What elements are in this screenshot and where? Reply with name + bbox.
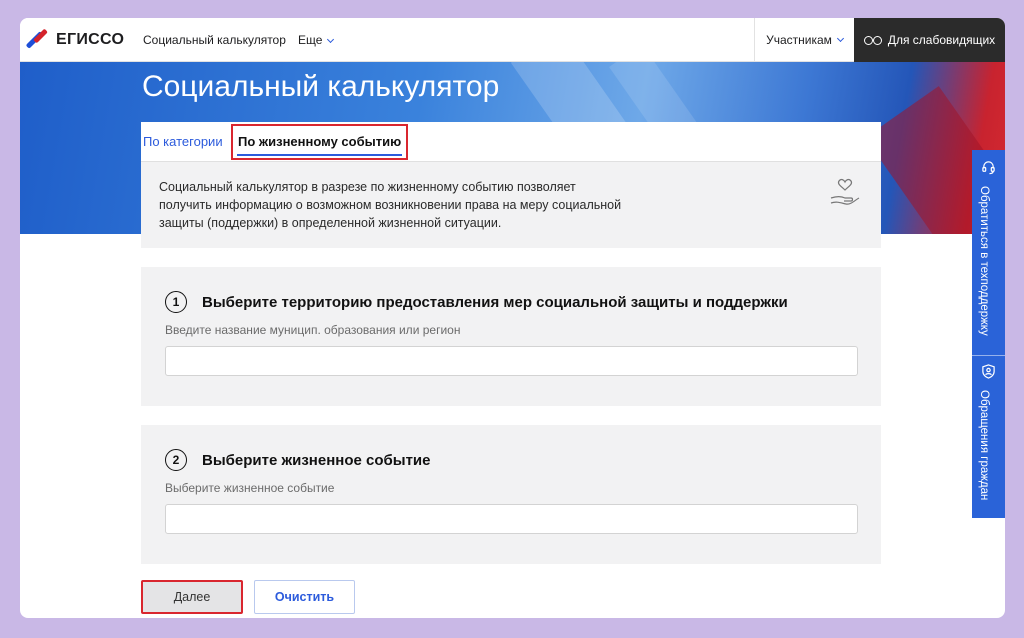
vision-impaired-label: Для слабовидящих: [887, 33, 996, 47]
participants-label: Участникам: [766, 33, 832, 47]
side-panel: Обратиться в техподдержку Обращения граж…: [972, 150, 1005, 518]
step-number: 1: [165, 291, 187, 313]
shield-person-icon: [982, 364, 995, 379]
intro-panel: Социальный калькулятор в разрезе по жизн…: [141, 162, 881, 248]
participants-menu[interactable]: Участникам: [754, 18, 854, 62]
tabs: По категории По жизненному событию: [141, 122, 881, 162]
chevron-down-icon: [327, 35, 335, 44]
top-header: ЕГИССО Социальный калькулятор Еще Участн…: [20, 18, 1005, 62]
support-link[interactable]: Обратиться в техподдержку: [978, 186, 990, 336]
app-frame: ЕГИССО Социальный калькулятор Еще Участн…: [20, 18, 1005, 618]
chevron-down-icon: [836, 34, 844, 42]
life-event-input[interactable]: [165, 504, 858, 534]
tab-by-category[interactable]: По категории: [143, 134, 223, 149]
step-hint: Выберите жизненное событие: [165, 481, 335, 495]
citizen-appeals-link[interactable]: Обращения граждан: [978, 390, 990, 500]
intro-text: Социальный калькулятор в разрезе по жизн…: [159, 180, 622, 230]
territory-input[interactable]: [165, 346, 858, 376]
step-title: Выберите жизненное событие: [202, 452, 431, 469]
side-divider: [972, 355, 1005, 356]
next-button[interactable]: Далее: [141, 580, 243, 614]
logo-text: ЕГИССО: [56, 31, 125, 48]
step-territory: 1 Выберите территорию предоставления мер…: [141, 267, 881, 406]
tab-by-life-event[interactable]: По жизненному событию: [231, 124, 409, 160]
logo[interactable]: ЕГИССО: [25, 28, 125, 50]
page-title: Социальный калькулятор: [142, 70, 500, 103]
step-title: Выберите территорию предоставления мер с…: [202, 294, 788, 311]
nav-more-label: Еще: [298, 33, 323, 47]
nav-more[interactable]: Еще: [298, 33, 335, 47]
vision-impaired-button[interactable]: Для слабовидящих: [854, 18, 1005, 62]
logo-icon: [25, 28, 50, 50]
heart-hand-icon: [830, 178, 860, 205]
step-life-event: 2 Выберите жизненное событие Выберите жи…: [141, 425, 881, 564]
nav-social-calculator[interactable]: Социальный калькулятор: [143, 33, 286, 47]
glasses-icon: [863, 35, 882, 45]
step-number: 2: [165, 449, 187, 471]
clear-button[interactable]: Очистить: [254, 580, 355, 614]
step-hint: Введите название муницип. образования ил…: [165, 323, 461, 337]
headset-icon: [982, 161, 995, 175]
